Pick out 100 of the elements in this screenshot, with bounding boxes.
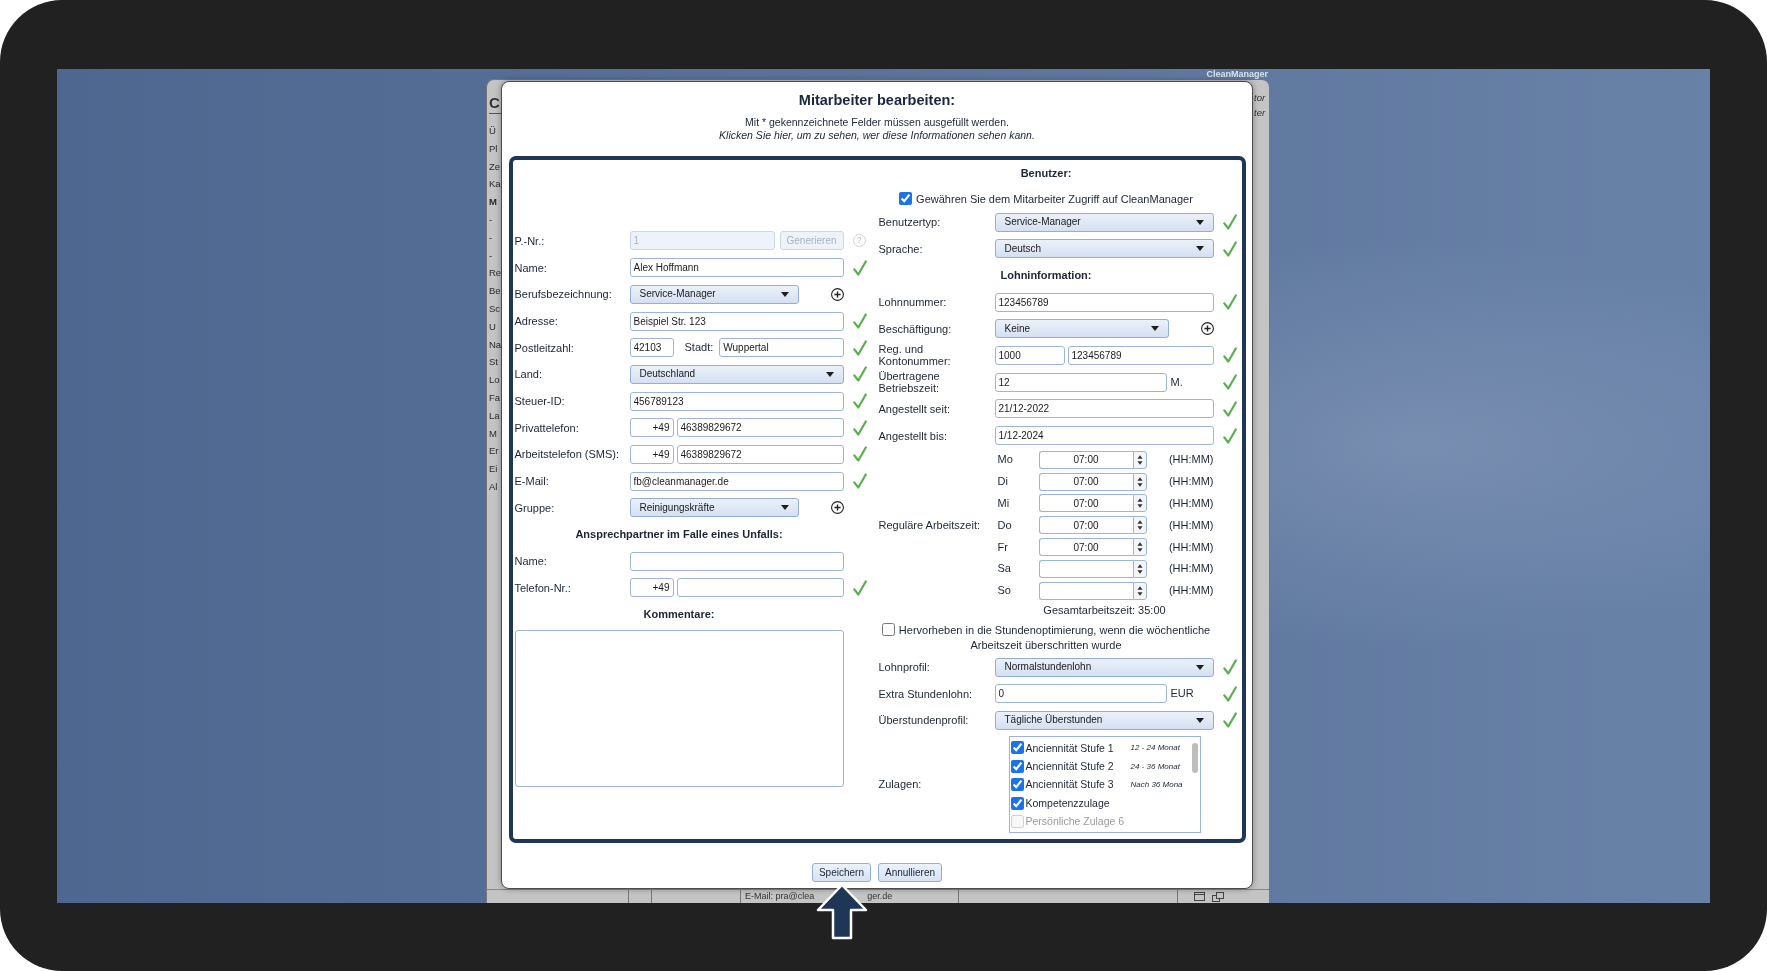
field-label: Steuer-ID: bbox=[514, 395, 566, 408]
day-label: So bbox=[997, 584, 1011, 597]
field-label: Reg. und Kontonummer: bbox=[878, 343, 952, 368]
day-label: Do bbox=[997, 518, 1012, 531]
menu-item[interactable]: St bbox=[489, 353, 502, 372]
text-field[interactable]: 21/12-2022 bbox=[994, 399, 1214, 419]
format-hint: (HH:MM) bbox=[1168, 518, 1214, 532]
text-field[interactable]: fb@cleanmanager.de bbox=[629, 471, 844, 491]
add-icon[interactable] bbox=[830, 501, 844, 515]
menu-item[interactable]: La bbox=[489, 406, 502, 425]
copy-icon[interactable] bbox=[1212, 891, 1224, 902]
header-link[interactable]: ter bbox=[1254, 105, 1269, 120]
text-field[interactable]: +49 bbox=[629, 578, 674, 598]
menu-item[interactable]: - bbox=[489, 246, 502, 265]
checkbox[interactable] bbox=[1010, 741, 1024, 755]
dropdown[interactable]: Keine bbox=[994, 319, 1169, 339]
caret-icon bbox=[780, 291, 789, 297]
caret-icon bbox=[1195, 219, 1204, 225]
text-field[interactable]: 0 bbox=[994, 684, 1167, 704]
menu-item[interactable]: Al bbox=[489, 477, 502, 496]
field-label: Sprache: bbox=[878, 242, 924, 255]
menu-item[interactable]: Ka bbox=[489, 175, 502, 194]
time-field[interactable]: 07:00 bbox=[1038, 538, 1133, 557]
menu-item[interactable]: U bbox=[489, 317, 502, 336]
text-field[interactable]: 1000 bbox=[994, 345, 1065, 365]
menu-item[interactable]: M bbox=[489, 193, 502, 211]
checkbox[interactable] bbox=[1010, 796, 1024, 810]
checkbox[interactable] bbox=[1010, 778, 1024, 792]
text-field[interactable] bbox=[676, 578, 844, 598]
caret-icon bbox=[1195, 664, 1204, 670]
required-fields-note: Mit * gekennzeichnete Felder müssen ausgefüllt werden. bbox=[745, 115, 1009, 129]
text-field[interactable]: 123456789 bbox=[1067, 345, 1214, 365]
option-label: Persönliche Zulage 6 bbox=[1025, 815, 1126, 828]
text-field[interactable]: 46389829672 bbox=[676, 418, 844, 438]
field-label: Land: bbox=[514, 368, 544, 381]
dropdown[interactable]: Reinigungskräfte bbox=[629, 498, 799, 518]
dropdown[interactable]: Service-Manager bbox=[629, 284, 799, 304]
field-label: E-Mail: bbox=[514, 475, 550, 488]
menu-item[interactable]: Ü bbox=[489, 122, 502, 140]
dropdown[interactable]: Deutschland bbox=[629, 364, 844, 384]
field-label: Angestellt seit: bbox=[878, 402, 952, 415]
format-hint: (HH:MM) bbox=[1168, 562, 1214, 576]
time-field[interactable] bbox=[1038, 581, 1133, 600]
menu-item[interactable]: - bbox=[489, 228, 502, 247]
menu-item[interactable]: - bbox=[489, 211, 502, 229]
field-label: Arbeitstelefon (SMS): bbox=[514, 448, 621, 461]
menu-item[interactable]: Ei bbox=[489, 460, 502, 478]
text-field[interactable]: +49 bbox=[629, 445, 674, 464]
dropdown[interactable]: Tägliche Überstunden bbox=[994, 710, 1214, 730]
menu-item[interactable]: Fa bbox=[489, 388, 502, 407]
dialog-button[interactable]: Speichern bbox=[811, 863, 871, 882]
dropdown[interactable]: Service-Manager bbox=[994, 212, 1214, 232]
field-label: Beschäftigung: bbox=[878, 322, 953, 335]
checkbox[interactable] bbox=[899, 191, 913, 205]
time-field[interactable]: 07:00 bbox=[1038, 472, 1133, 491]
menu-item[interactable]: Pl bbox=[489, 139, 502, 158]
text-field[interactable]: 12 bbox=[994, 372, 1167, 392]
table-cell-text: E-Mail: pra@clea bbox=[745, 890, 815, 903]
day-label: Mo bbox=[997, 453, 1013, 466]
menu-item[interactable]: Na bbox=[489, 335, 502, 354]
add-icon[interactable] bbox=[1200, 322, 1214, 336]
header-link[interactable]: tor bbox=[1254, 90, 1269, 105]
menu-item[interactable]: Sc bbox=[489, 299, 502, 318]
time-field[interactable]: 07:00 bbox=[1038, 516, 1133, 535]
info-link[interactable]: Klicken Sie hier, um zu sehen, wer diese Informationen sehen kann. bbox=[719, 128, 1035, 142]
menu-item[interactable]: Re bbox=[489, 264, 502, 283]
dropdown[interactable]: Normalstundenlohn bbox=[994, 657, 1214, 677]
text-field[interactable]: 456789123 bbox=[629, 391, 844, 411]
dialog-button[interactable]: Annullieren bbox=[878, 863, 943, 882]
time-field[interactable] bbox=[1038, 559, 1133, 578]
field-label: Telefon-Nr.: bbox=[514, 581, 572, 594]
window-icon[interactable] bbox=[1194, 892, 1205, 901]
text-field[interactable]: +49 bbox=[629, 418, 674, 438]
option-label: Anciennität Stufe 1 bbox=[1025, 741, 1115, 755]
checkbox[interactable] bbox=[881, 622, 895, 636]
menu-item[interactable]: Ze bbox=[489, 157, 502, 176]
format-hint: (HH:MM) bbox=[1168, 540, 1214, 554]
text-field[interactable]: 42103 bbox=[629, 338, 674, 358]
field-label: Berufsbezeichnung: bbox=[514, 288, 613, 301]
time-field[interactable]: 07:00 bbox=[1038, 450, 1133, 469]
text-field[interactable]: 1/12-2024 bbox=[994, 426, 1214, 446]
text-field[interactable]: 123456789 bbox=[994, 292, 1214, 312]
option-note: Nach 36 Mona bbox=[1130, 779, 1183, 790]
menu-item[interactable]: Lo bbox=[489, 371, 502, 389]
time-field[interactable]: 07:00 bbox=[1038, 494, 1133, 513]
field-label: Name: bbox=[514, 261, 548, 274]
dropdown[interactable]: Deutsch bbox=[994, 239, 1214, 259]
menu-item[interactable]: M bbox=[489, 424, 502, 443]
text-field[interactable]: Alex Hoffmann bbox=[629, 258, 844, 278]
menu-item[interactable]: Be bbox=[489, 282, 502, 300]
format-hint: (HH:MM) bbox=[1168, 475, 1214, 489]
text-field[interactable] bbox=[629, 551, 844, 571]
text-field[interactable]: Beispiel Str. 123 bbox=[629, 311, 844, 331]
comment-field[interactable] bbox=[514, 629, 844, 787]
checkbox[interactable] bbox=[1010, 759, 1024, 773]
menu-item[interactable]: Er bbox=[489, 442, 502, 461]
add-icon[interactable] bbox=[830, 287, 844, 301]
text-field[interactable]: 46389829672 bbox=[676, 445, 844, 464]
scrollbar-thumb[interactable] bbox=[1191, 742, 1198, 773]
text-field[interactable]: Wuppertal bbox=[719, 338, 844, 358]
